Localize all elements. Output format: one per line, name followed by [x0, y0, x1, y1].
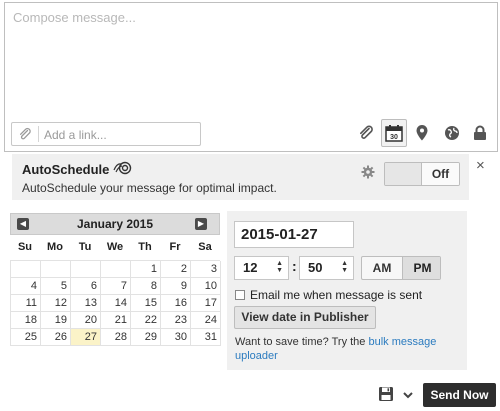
- am-button[interactable]: AM: [362, 257, 402, 279]
- attach-button[interactable]: [356, 123, 376, 143]
- prev-month-button[interactable]: ◀: [17, 218, 29, 230]
- compose-toolbar: Add a link... 30: [5, 114, 497, 152]
- autoschedule-description: AutoSchedule your message for optimal im…: [22, 181, 277, 195]
- calendar-icon: 30: [385, 125, 403, 142]
- hour-select[interactable]: 12 ▲ ▼: [234, 256, 289, 280]
- weekday-label: We: [106, 241, 124, 253]
- calendar-day[interactable]: 7: [101, 278, 131, 295]
- email-notify-option[interactable]: Email me when message is sent: [235, 288, 422, 302]
- add-link-field[interactable]: Add a link...: [11, 122, 201, 146]
- calendar-empty-cell: [41, 261, 71, 278]
- calendar-header: January 2015 ◀ ▶: [10, 213, 220, 235]
- calendar-day[interactable]: 23: [161, 312, 191, 329]
- calendar-day[interactable]: 20: [71, 312, 101, 329]
- weekday-label: Su: [17, 241, 33, 253]
- email-notify-label: Email me when message is sent: [250, 288, 423, 302]
- calendar-day[interactable]: 22: [131, 312, 161, 329]
- time-separator: :: [292, 258, 297, 274]
- toggle-on-side[interactable]: [385, 163, 421, 185]
- calendar-weekday-row: Su Mo Tu We Th Fr Sa: [10, 241, 220, 253]
- autoschedule-title: AutoSchedule: [22, 162, 110, 177]
- globe-icon: [445, 126, 459, 140]
- calendar-day[interactable]: 19: [41, 312, 71, 329]
- email-notify-checkbox[interactable]: [235, 290, 245, 300]
- calendar-day[interactable]: 9: [161, 278, 191, 295]
- calendar-day[interactable]: 28: [101, 329, 131, 346]
- calendar-day[interactable]: 26: [41, 329, 71, 346]
- chevron-down-icon[interactable]: [402, 389, 414, 403]
- calendar-day[interactable]: 4: [11, 278, 41, 295]
- privacy-button[interactable]: [470, 123, 490, 143]
- calendar-day[interactable]: 24: [191, 312, 221, 329]
- compose-message-input[interactable]: Compose message...: [13, 10, 483, 106]
- weekday-label: Fr: [169, 241, 181, 253]
- view-date-in-publisher-button[interactable]: View date in Publisher: [234, 306, 376, 329]
- calendar-day[interactable]: 29: [131, 329, 161, 346]
- date-input[interactable]: 2015-01-27: [234, 221, 354, 248]
- lock-icon: [474, 125, 486, 140]
- calendar-day[interactable]: 21: [101, 312, 131, 329]
- link-field-divider: [38, 126, 39, 142]
- datetime-panel: 2015-01-27 12 ▲ ▼ : 50 ▲ ▼ AM PM Email me …: [227, 211, 467, 370]
- calendar-day[interactable]: 25: [11, 329, 41, 346]
- calendar-day[interactable]: 3: [191, 261, 221, 278]
- select-arrows-icon: ▲ ▼: [276, 260, 283, 274]
- toggle-off-label[interactable]: Off: [421, 163, 459, 185]
- calendar-day[interactable]: 18: [11, 312, 41, 329]
- calendar-widget: January 2015 ◀ ▶ Su Mo Tu We Th Fr Sa 12…: [10, 213, 221, 348]
- calendar-day[interactable]: 12: [41, 295, 71, 312]
- calendar-day[interactable]: 2: [161, 261, 191, 278]
- calendar-day[interactable]: 10: [191, 278, 221, 295]
- autoschedule-toggle[interactable]: Off: [384, 162, 460, 186]
- save-draft-icon[interactable]: [378, 386, 394, 402]
- calendar-day[interactable]: 6: [71, 278, 101, 295]
- minute-select[interactable]: 50 ▲ ▼: [299, 256, 354, 280]
- am-pm-toggle: AM PM: [361, 256, 441, 280]
- weekday-label: Th: [138, 241, 152, 253]
- location-pin-icon: [416, 125, 428, 141]
- calendar-day[interactable]: 15: [131, 295, 161, 312]
- calendar-day[interactable]: 13: [71, 295, 101, 312]
- select-arrows-icon: ▲ ▼: [341, 260, 348, 274]
- send-now-button[interactable]: Send Now: [423, 383, 496, 407]
- calendar-empty-cell: [11, 261, 41, 278]
- calendar-day[interactable]: 27: [71, 329, 101, 346]
- compose-box: Compose message... Add a link... 30: [4, 2, 498, 152]
- hour-value: 12: [243, 260, 258, 275]
- location-button[interactable]: [412, 123, 432, 143]
- add-link-placeholder: Add a link...: [44, 128, 107, 142]
- save-time-hint: Want to save time? Try the bulk message …: [235, 335, 460, 363]
- paperclip-icon: [360, 125, 373, 139]
- schedule-button[interactable]: 30: [381, 119, 407, 147]
- paperclip-icon: [19, 127, 31, 140]
- calendar-day[interactable]: 14: [101, 295, 131, 312]
- weekday-label: Tu: [78, 241, 92, 253]
- calendar-day[interactable]: 8: [131, 278, 161, 295]
- calendar-empty-cell: [101, 261, 131, 278]
- calendar-day[interactable]: 31: [191, 329, 221, 346]
- calendar-month-label: January 2015: [76, 217, 154, 231]
- save-time-text: Want to save time? Try the: [235, 336, 369, 348]
- calendar-day[interactable]: 16: [161, 295, 191, 312]
- close-icon[interactable]: ×: [476, 157, 485, 174]
- calendar-day[interactable]: 17: [191, 295, 221, 312]
- weekday-label: Sa: [198, 241, 212, 253]
- calendar-day[interactable]: 1: [131, 261, 161, 278]
- autoschedule-panel: AutoSchedule AutoSchedule your message f…: [12, 154, 469, 200]
- calendar-day[interactable]: 30: [161, 329, 191, 346]
- gear-icon[interactable]: [361, 165, 375, 179]
- calendar-day[interactable]: 5: [41, 278, 71, 295]
- minute-value: 50: [308, 260, 323, 275]
- calendar-grid: 1 2 3 4 5 6 7 8 9 10 11 12 13 14 15 16 17 18 19 20 21 22 23 24 2…: [10, 260, 221, 346]
- next-month-button[interactable]: ▶: [195, 218, 207, 230]
- calendar-empty-cell: [71, 261, 101, 278]
- autoschedule-logo-icon: [113, 161, 132, 175]
- calendar-day[interactable]: 11: [11, 295, 41, 312]
- weekday-label: Mo: [47, 241, 63, 253]
- pm-button[interactable]: PM: [402, 257, 440, 279]
- calendar-icon-number: 30: [390, 134, 398, 141]
- targeting-button[interactable]: [442, 123, 462, 143]
